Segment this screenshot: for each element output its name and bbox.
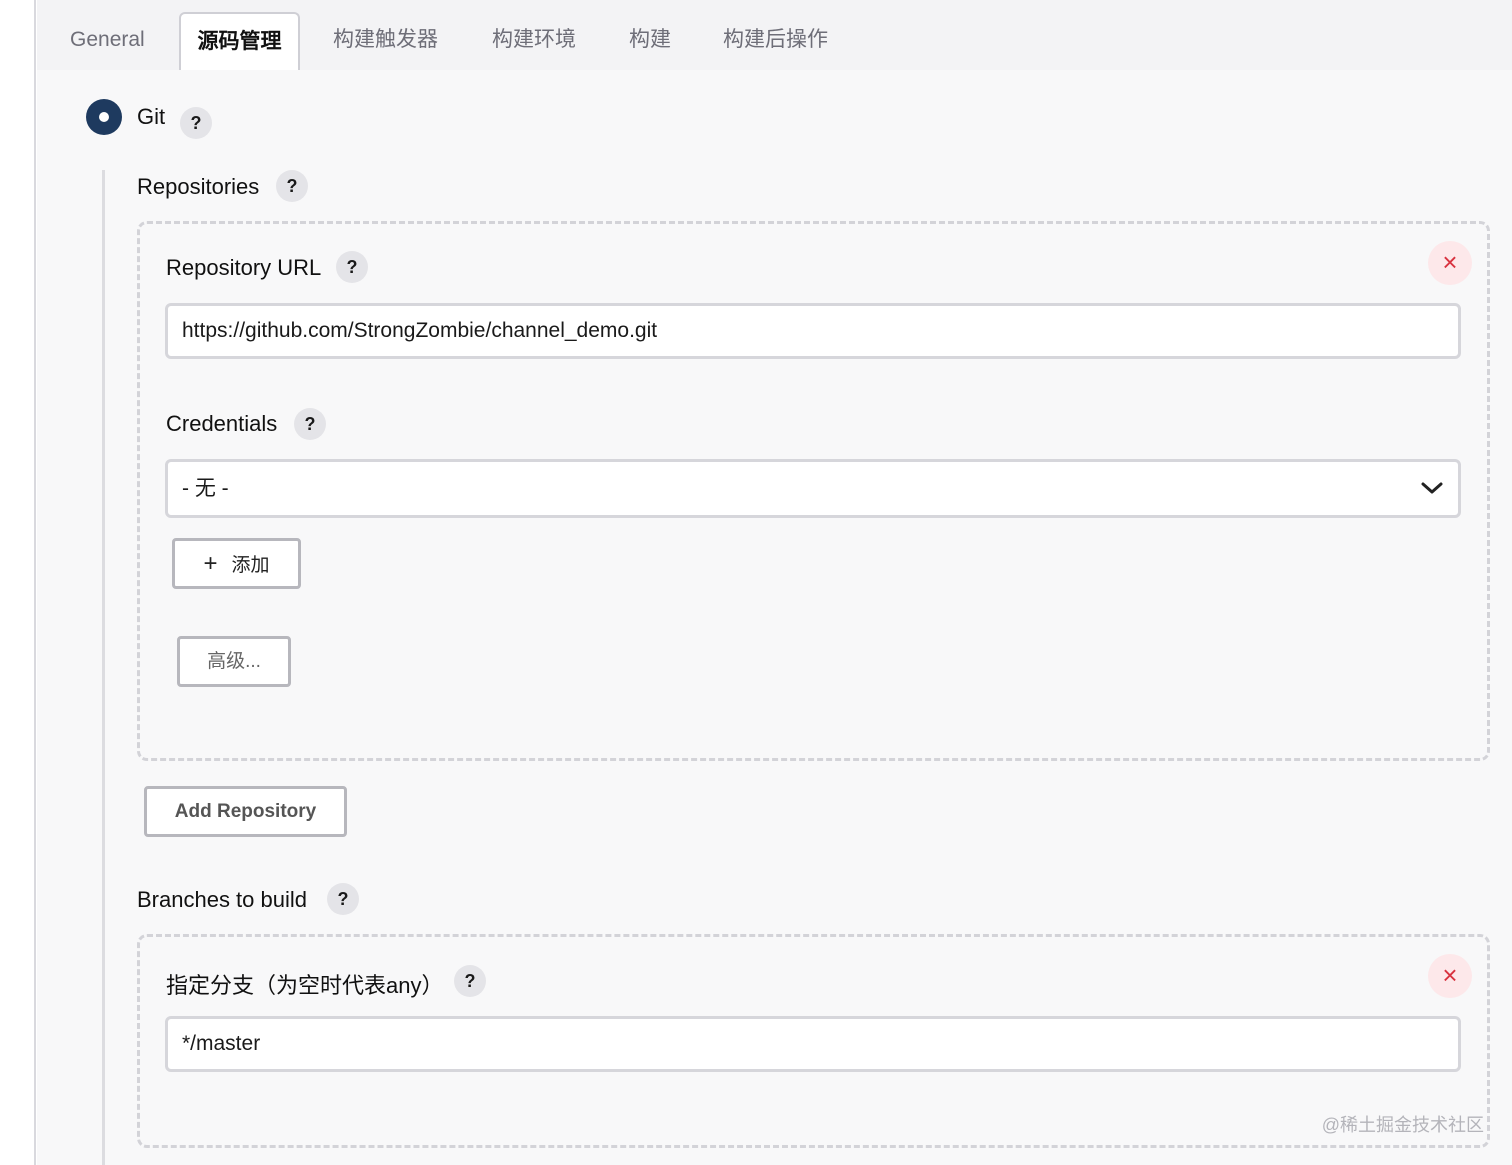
branches-to-build-label: Branches to build [137, 887, 307, 912]
branch-specifier-input[interactable]: */master [165, 1016, 1461, 1072]
git-radio-button[interactable] [86, 99, 122, 135]
tab-build-environment[interactable]: 构建环境 [476, 12, 592, 70]
tab-general[interactable]: General [54, 12, 161, 70]
tab-build-triggers[interactable]: 构建触发器 [317, 12, 454, 70]
credentials-select[interactable]: - 无 - [165, 459, 1461, 518]
credentials-selected-value: - 无 - [182, 477, 229, 500]
branch-panel: 指定分支（为空时代表any） ? × */master [137, 934, 1490, 1148]
branches-help-icon[interactable]: ? [327, 883, 359, 915]
repository-url-input[interactable]: https://github.com/StrongZombie/channel_… [165, 303, 1461, 359]
add-credentials-label: 添加 [231, 555, 270, 576]
repository-url-label: Repository URL [166, 255, 322, 280]
section-indent-line [102, 170, 105, 1165]
main-panel: General 源码管理 构建触发器 构建环境 构建 构建后操作 Git ? R… [37, 0, 1512, 1165]
git-label: Git [137, 104, 166, 129]
delete-repository-close-icon[interactable]: × [1428, 241, 1472, 285]
tab-source-code-management[interactable]: 源码管理 [179, 12, 300, 70]
delete-branch-close-icon[interactable]: × [1428, 954, 1472, 998]
repository-panel: Repository URL ? × https://github.com/St… [137, 221, 1490, 761]
tab-build[interactable]: 构建 [613, 12, 687, 70]
repositories-label: Repositories [137, 174, 260, 199]
advanced-button[interactable]: 高级... [177, 636, 291, 687]
branch-specifier-label: 指定分支（为空时代表any） [166, 973, 444, 998]
repositories-help-icon[interactable]: ? [276, 170, 308, 202]
repository-url-help-icon[interactable]: ? [336, 251, 368, 283]
tab-post-build-actions[interactable]: 构建后操作 [707, 12, 844, 70]
chevron-down-icon [1421, 482, 1443, 494]
branch-specifier-help-icon[interactable]: ? [454, 965, 486, 997]
tab-bar: General 源码管理 构建触发器 构建环境 构建 构建后操作 [37, 0, 1512, 70]
add-repository-button[interactable]: Add Repository [144, 786, 347, 837]
git-help-icon[interactable]: ? [180, 107, 212, 139]
watermark: @稀土掘金技术社区 [1321, 1115, 1484, 1135]
plus-icon: + [203, 550, 218, 577]
credentials-label: Credentials [166, 411, 278, 436]
left-sidebar-strip [0, 0, 36, 1165]
add-credentials-button[interactable]: + 添加 [172, 538, 301, 589]
credentials-help-icon[interactable]: ? [294, 408, 326, 440]
